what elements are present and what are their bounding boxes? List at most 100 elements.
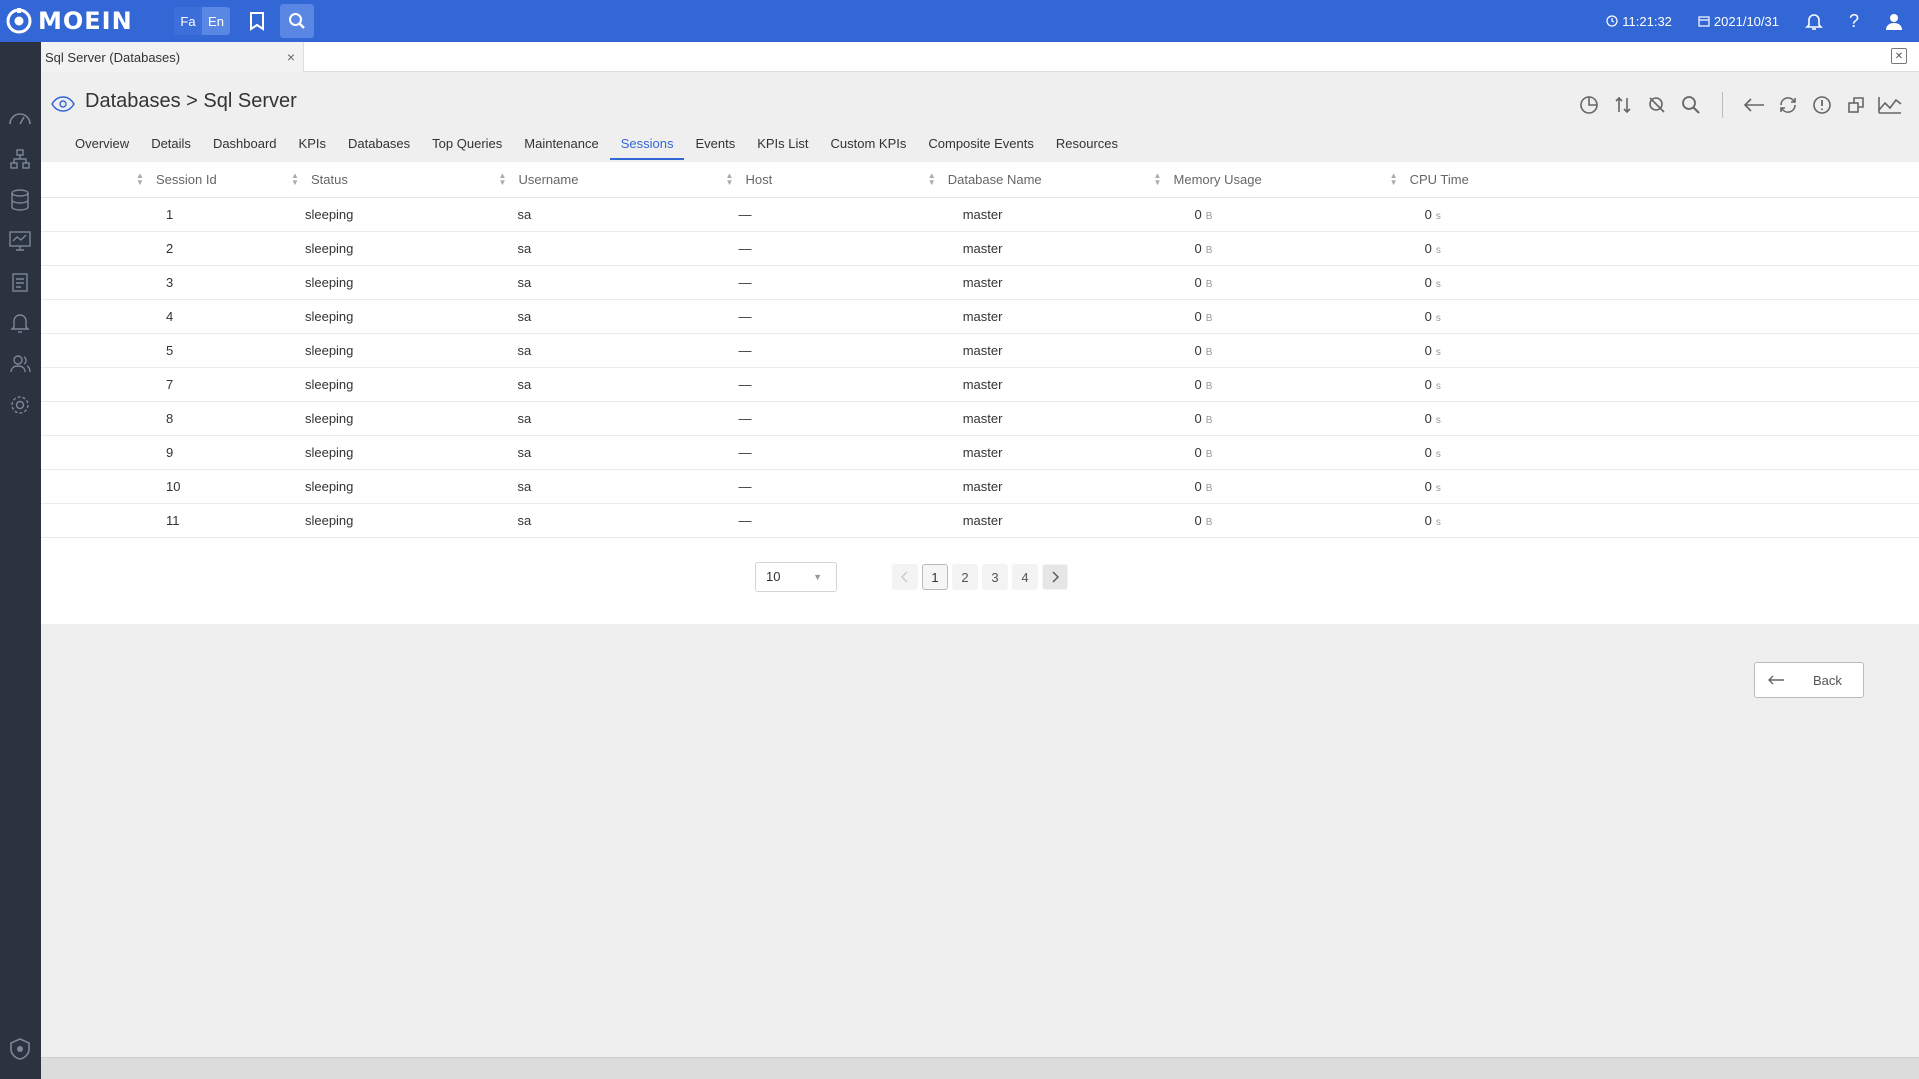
- tab-resources[interactable]: Resources: [1045, 128, 1129, 160]
- host-value: —: [738, 342, 752, 358]
- tab-events[interactable]: Events: [684, 128, 746, 160]
- chevron-right-icon[interactable]: [1042, 564, 1068, 590]
- status-value: sleeping: [304, 478, 354, 494]
- cell-host: —: [726, 333, 922, 367]
- table-row[interactable]: 3 sleeping sa — master 0 B 0 s: [41, 265, 1919, 299]
- lang-en-button[interactable]: En: [202, 7, 230, 35]
- back-button[interactable]: Back: [1754, 662, 1864, 698]
- table-row[interactable]: 9 sleeping sa — master 0 B 0 s: [41, 435, 1919, 469]
- table-row[interactable]: 7 sleeping sa — master 0 B 0 s: [41, 367, 1919, 401]
- settings-icon[interactable]: [8, 393, 32, 417]
- username-value: sa: [517, 512, 532, 528]
- cell-username: sa: [486, 503, 725, 537]
- tab-databases[interactable]: Databases: [337, 128, 421, 160]
- tab-top-queries[interactable]: Top Queries: [421, 128, 513, 160]
- trend-icon[interactable]: [1873, 90, 1907, 120]
- cpu-time-unit: s: [1435, 516, 1441, 528]
- database-name-value: master: [962, 410, 1003, 426]
- lang-fa-button[interactable]: Fa: [174, 7, 202, 35]
- table-row[interactable]: 4 sleeping sa — master 0 B 0 s: [41, 299, 1919, 333]
- monitor-icon[interactable]: [8, 229, 32, 253]
- document-tab[interactable]: Sql Server (Databases) ×: [41, 42, 304, 72]
- toolbar: [1572, 90, 1907, 120]
- page-size-select[interactable]: 10 ▼: [755, 562, 837, 592]
- tab-composite-events[interactable]: Composite Events: [917, 128, 1045, 160]
- column-header-username[interactable]: ▲ ▼ Username: [486, 162, 725, 197]
- table-row[interactable]: 10 sleeping sa — master 0 B 0 s: [41, 469, 1919, 503]
- tab-custom-kpis[interactable]: Custom KPIs: [820, 128, 918, 160]
- column-header-status[interactable]: ▲ ▼ Status: [275, 162, 487, 197]
- page-button[interactable]: 2: [952, 564, 978, 590]
- status-value: sleeping: [304, 240, 354, 256]
- sort-icon[interactable]: ▲ ▼: [1154, 172, 1162, 187]
- cell-session-id: 3: [41, 265, 275, 299]
- help-icon[interactable]: ?: [1849, 11, 1859, 32]
- host-value: —: [738, 512, 752, 528]
- table-row[interactable]: 5 sleeping sa — master 0 B 0 s: [41, 333, 1919, 367]
- page-button[interactable]: 1: [922, 564, 948, 590]
- cell-status: sleeping: [275, 469, 487, 503]
- sort-icon[interactable]: ▲ ▼: [928, 172, 936, 187]
- column-header-cpu-time[interactable]: ▲ ▼ CPU Time: [1387, 162, 1919, 197]
- chart-icon[interactable]: [1572, 90, 1606, 120]
- sort-icon[interactable]: ▲ ▼: [136, 172, 144, 187]
- info-icon[interactable]: [1805, 90, 1839, 120]
- session-id-value: 9: [166, 444, 174, 460]
- page-button[interactable]: 4: [1012, 564, 1038, 590]
- database-icon[interactable]: [8, 188, 32, 212]
- filter-off-icon[interactable]: [1640, 90, 1674, 120]
- column-header-memory-usage[interactable]: ▲ ▼ Memory Usage: [1149, 162, 1387, 197]
- sort-icon[interactable]: ▲ ▼: [291, 172, 299, 187]
- dashboard-icon[interactable]: [8, 106, 32, 130]
- user-icon[interactable]: [1885, 12, 1907, 30]
- table-row[interactable]: 2 sleeping sa — master 0 B 0 s: [41, 231, 1919, 265]
- search-icon[interactable]: [280, 4, 314, 38]
- topology-icon[interactable]: [8, 147, 32, 171]
- sort-icon[interactable]: ▲ ▼: [726, 172, 734, 187]
- cell-memory-usage: 0B: [1149, 469, 1387, 503]
- tab-details[interactable]: Details: [140, 128, 202, 160]
- tab-dashboard[interactable]: Dashboard: [202, 128, 288, 160]
- sort-icon[interactable]: [1606, 90, 1640, 120]
- page-size-value: 10: [766, 569, 781, 584]
- cell-status: sleeping: [275, 333, 487, 367]
- shield-icon[interactable]: [8, 1037, 32, 1061]
- tab-kpis[interactable]: KPIs: [288, 128, 337, 160]
- table-row[interactable]: 8 sleeping sa — master 0 B 0 s: [41, 401, 1919, 435]
- refresh-icon[interactable]: [1771, 90, 1805, 120]
- sort-icon[interactable]: ▲ ▼: [1390, 172, 1398, 187]
- close-all-tabs-icon[interactable]: ✕: [1891, 48, 1907, 64]
- cpu-time-value: 0: [1424, 478, 1432, 494]
- table-row[interactable]: 1 sleeping sa — master 0 B 0 s: [41, 197, 1919, 231]
- sessions-panel: ▲ ▼ Session Id ▲ ▼ Status ▲ ▼ Username ▲ ▼ Host ▲ ▼ Da…: [41, 162, 1919, 624]
- tab-kpis-list[interactable]: KPIs List: [746, 128, 819, 160]
- tab-maintenance[interactable]: Maintenance: [513, 128, 609, 160]
- database-name-value: master: [962, 478, 1003, 494]
- memory-usage-unit: B: [1205, 210, 1213, 222]
- chevron-left-icon[interactable]: [892, 564, 918, 590]
- search-icon[interactable]: [1674, 90, 1708, 120]
- bell-icon[interactable]: [1805, 12, 1827, 31]
- table-row[interactable]: 11 sleeping sa — master 0 B 0 s: [41, 503, 1919, 537]
- cell-database-name: master: [922, 435, 1149, 469]
- restore-icon[interactable]: [1839, 90, 1873, 120]
- cell-session-id: 8: [41, 401, 275, 435]
- page-button[interactable]: 3: [982, 564, 1008, 590]
- column-header-host[interactable]: ▲ ▼ Host: [726, 162, 922, 197]
- column-header-database-name[interactable]: ▲ ▼ Database Name: [922, 162, 1149, 197]
- eye-icon[interactable]: [51, 95, 75, 112]
- close-icon[interactable]: ×: [287, 49, 295, 65]
- cpu-time-value: 0: [1424, 274, 1432, 290]
- current-time: 11:21:32: [1622, 13, 1672, 29]
- column-header-session-id[interactable]: ▲ ▼ Session Id: [41, 162, 275, 197]
- username-value: sa: [517, 274, 532, 290]
- sort-icon[interactable]: ▲ ▼: [498, 172, 506, 187]
- brand[interactable]: MOEIN: [0, 0, 170, 42]
- report-icon[interactable]: [8, 270, 32, 294]
- users-icon[interactable]: [8, 352, 32, 376]
- bookmark-icon[interactable]: [240, 4, 274, 38]
- tab-sessions[interactable]: Sessions: [609, 128, 685, 160]
- tab-overview[interactable]: Overview: [64, 128, 140, 160]
- alert-icon[interactable]: [8, 311, 32, 335]
- arrow-left-icon[interactable]: [1737, 90, 1771, 120]
